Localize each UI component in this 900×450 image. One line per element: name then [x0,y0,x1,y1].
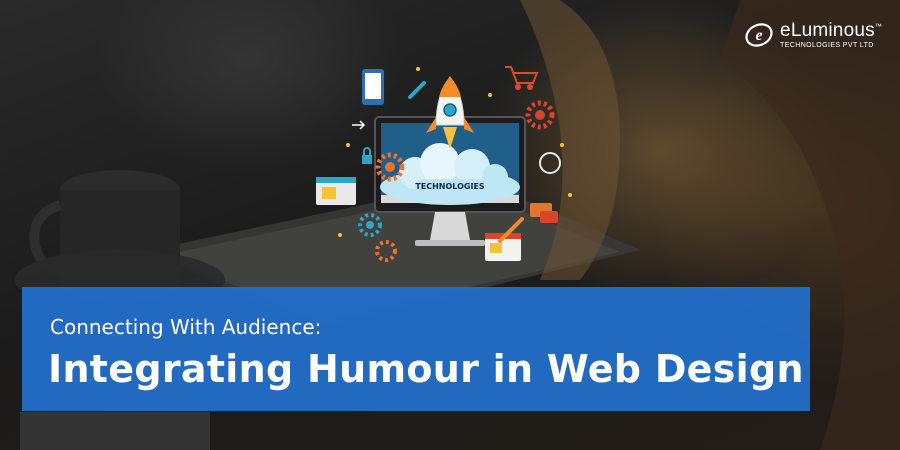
brand-name: eLuminous™ [780,20,882,41]
lock-icon [362,147,372,164]
brand-tagline: TECHNOLOGIES PVT LTD [780,42,874,49]
headline-title: Integrating Humour in Web Design [48,347,804,391]
gear-hub-left [385,162,395,172]
title-panel: Connecting With Audience: Integrating Hu… [22,287,810,411]
subtitle-text: Connecting With Audience: [50,315,322,339]
laptop-keys [20,412,210,450]
chat-bubble-icon [530,203,558,223]
shopping-cart-icon [505,66,539,90]
brand-logo[interactable]: e eLuminous™ TECHNOLOGIES PVT LTD [744,20,882,50]
coffee-cup-icon [539,152,561,174]
monitor-label: TECHNOLOGIES [415,182,485,191]
logo-text: eLuminous™ TECHNOLOGIES PVT LTD [780,21,882,49]
technology-illustration: TECHNOLOGIES [316,66,572,262]
wrench-icon [408,81,426,99]
blog-banner: e eLuminous™ TECHNOLOGIES PVT LTD TECHNO… [0,0,900,450]
phone-icon [362,69,384,105]
logo-e-icon: e [745,23,773,47]
gear-hub-right [535,110,545,120]
arrow-icon [352,120,366,130]
gear-hub-bottom [366,221,374,229]
gear-icon-bottom-right [375,240,397,262]
svg-text:e: e [755,27,762,44]
browser-window-icon [316,177,356,205]
